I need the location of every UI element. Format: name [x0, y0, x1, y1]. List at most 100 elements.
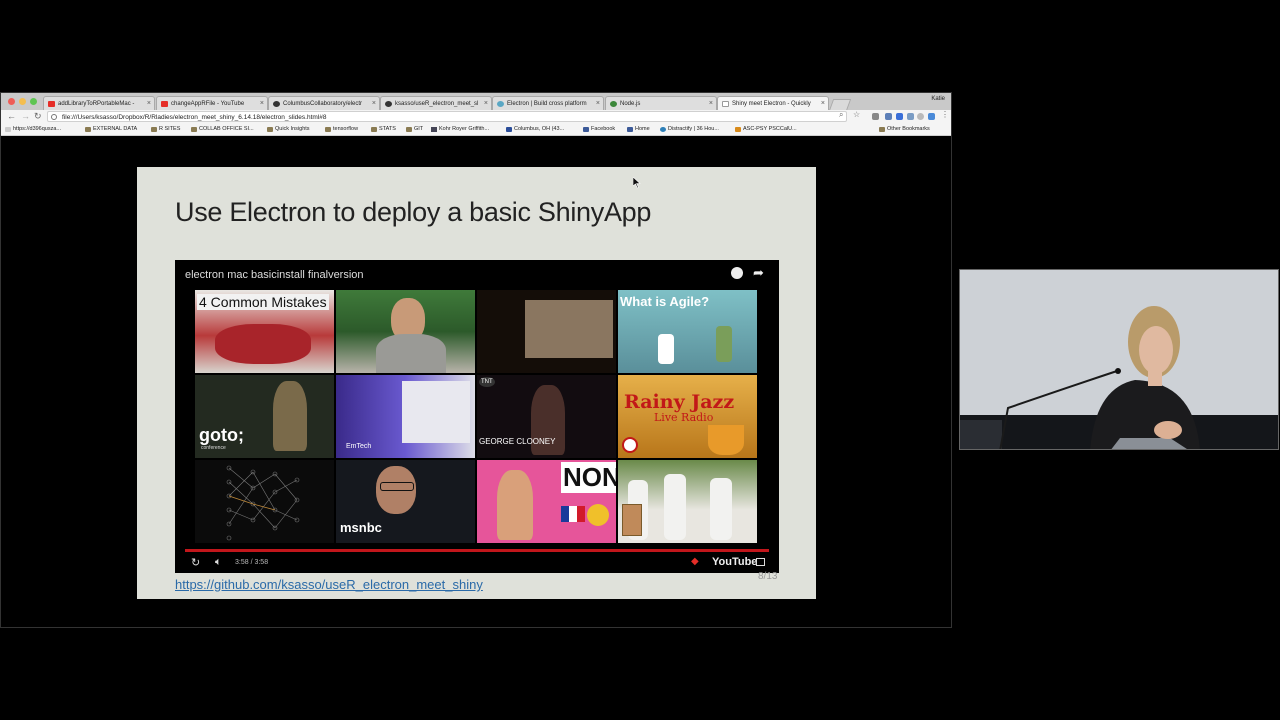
extension-icon[interactable] — [885, 113, 892, 120]
video-thumbnail[interactable]: 4 Common Mistakes — [195, 290, 334, 373]
close-tab-icon[interactable]: × — [709, 97, 713, 110]
bookmark-label: R SITES — [159, 126, 181, 132]
close-tab-icon[interactable]: × — [821, 97, 825, 110]
thumbnail-caption: EmTech — [346, 443, 372, 450]
tab-columbuscollaboratory[interactable]: ColumbusCollaboratory/electr × — [268, 96, 380, 110]
youtube-player[interactable]: electron mac basicinstall finalversion ➦… — [175, 260, 779, 573]
facebook-icon — [627, 127, 633, 132]
watch-later-icon[interactable] — [731, 267, 743, 279]
tab-electron[interactable]: Electron | Build cross platform × — [492, 96, 604, 110]
facebook-icon — [583, 127, 589, 132]
search-icon[interactable]: ⌕ — [839, 110, 843, 120]
close-tab-icon[interactable]: × — [596, 97, 600, 110]
folder-icon — [325, 127, 331, 132]
bookmark-label: Quick Insights — [275, 126, 310, 132]
video-thumbnail[interactable]: Rainy Jazz Live Radio — [618, 375, 757, 458]
bookmark-item[interactable]: Distractify | 36 Hou... — [660, 124, 719, 135]
youtube-logo[interactable]: YouTube — [712, 556, 757, 568]
page-info-icon[interactable] — [51, 114, 57, 120]
extension-icon[interactable] — [917, 113, 924, 120]
nodejs-icon — [610, 101, 617, 107]
tab-nodejs[interactable]: Node.js × — [605, 96, 717, 110]
thumbnail-caption: msnbc — [340, 520, 382, 535]
video-thumbnail[interactable] — [477, 290, 616, 373]
settings-icon[interactable]: ◆ — [691, 556, 699, 567]
close-tab-icon[interactable]: × — [484, 97, 488, 110]
extension-icon[interactable] — [872, 113, 879, 120]
close-tab-icon[interactable]: × — [260, 97, 264, 110]
flag-icon — [561, 506, 585, 522]
close-window-button[interactable] — [8, 98, 15, 105]
close-tab-icon[interactable]: × — [372, 97, 376, 110]
extension-icon[interactable] — [896, 113, 903, 120]
bookmark-item[interactable]: https://d396qusza... — [5, 124, 61, 135]
fullscreen-icon[interactable] — [756, 558, 765, 566]
bookmark-folder[interactable]: R SITES — [151, 124, 180, 135]
video-thumbnail[interactable] — [195, 460, 334, 543]
video-thumbnail[interactable] — [336, 290, 475, 373]
page-icon — [5, 127, 11, 132]
close-tab-icon[interactable]: × — [147, 97, 151, 110]
bookmark-item[interactable]: Columbus, OH (43... — [506, 124, 564, 135]
weather-icon — [506, 127, 512, 132]
volume-icon[interactable]: 🔈︎ — [215, 556, 222, 569]
speaker-image — [273, 381, 307, 451]
address-bar[interactable]: file:///Users/ksasso/Dropbox/R/Rladies/e… — [47, 111, 847, 122]
video-thumbnail[interactable]: TNT GEORGE CLOONEY — [477, 375, 616, 458]
replay-icon[interactable]: ↻ — [191, 556, 200, 569]
bookmark-item[interactable]: ASC-PSY PSCCalU... — [735, 124, 797, 135]
bookmark-folder[interactable]: tensorflow — [325, 124, 358, 135]
star-icon[interactable]: ☆ — [853, 110, 860, 119]
video-title[interactable]: electron mac basicinstall finalversion — [185, 269, 364, 281]
bookmark-folder[interactable]: Quick Insights — [267, 124, 310, 135]
tab-changeapprfile[interactable]: changeAppRFile - YouTube × — [156, 96, 268, 110]
bookmark-item[interactable]: Kohr Royer Griffith... — [431, 124, 489, 135]
video-thumbnail[interactable]: What is Agile? — [618, 290, 757, 373]
reload-icon[interactable]: ↻ — [34, 111, 42, 122]
video-thumbnail[interactable]: goto; conference — [195, 375, 334, 458]
profile-name[interactable]: Katie — [931, 96, 945, 102]
tab-shiny-meet-electron[interactable]: Shiny meet Electron - Quickly × — [717, 96, 829, 110]
tab-strip: addLibraryToRPortableMac - × changeAppRF… — [1, 93, 951, 111]
forward-icon[interactable]: → — [21, 111, 30, 121]
video-thumbnail[interactable]: NON. — [477, 460, 616, 543]
glasses-icon — [380, 482, 414, 491]
bookmark-folder[interactable]: GIT — [406, 124, 423, 135]
bookmark-item[interactable]: Facebook — [583, 124, 615, 135]
bookmarks-overflow[interactable]: Other Bookmarks — [879, 124, 930, 135]
bookmark-folder[interactable]: COLLAB OFFICE SI... — [191, 124, 254, 135]
menu-icon[interactable]: ⋮ — [941, 110, 949, 119]
extension-icon[interactable] — [907, 113, 914, 120]
bookmark-label: STATS — [379, 126, 396, 132]
folder-icon — [151, 127, 157, 132]
maximize-window-button[interactable] — [30, 98, 37, 105]
network-logo: TNT — [479, 377, 495, 387]
bookmark-item[interactable]: Home — [627, 124, 650, 135]
tab-user-electron[interactable]: ksasso/useR_electron_meet_sl × — [380, 96, 492, 110]
bookmark-label: EXTERNAL DATA — [93, 126, 138, 132]
back-icon[interactable]: ← — [7, 111, 16, 121]
progress-bar[interactable] — [185, 549, 769, 552]
bookmark-label: COLLAB OFFICE SI... — [199, 126, 254, 132]
github-link[interactable]: https://github.com/ksasso/useR_electron_… — [175, 577, 483, 592]
thumbnail-subcaption: conference — [201, 445, 226, 451]
speaker-image — [960, 270, 1278, 449]
video-thumbnail[interactable] — [618, 460, 757, 543]
emoji-icon — [587, 504, 609, 526]
bookmark-folder[interactable]: STATS — [371, 124, 396, 135]
page-icon — [722, 101, 729, 107]
bookmarks-bar: https://d396qusza... EXTERNAL DATA R SIT… — [1, 124, 951, 136]
github-icon — [385, 101, 392, 107]
video-time: 3:58 / 3:58 — [235, 559, 269, 566]
video-thumbnail[interactable]: EmTech — [336, 375, 475, 458]
video-thumbnail[interactable]: msnbc — [336, 460, 475, 543]
address-bar-url: file:///Users/ksasso/Dropbox/R/Rladies/e… — [62, 114, 327, 121]
bookmark-folder[interactable]: EXTERNAL DATA — [85, 124, 137, 135]
extension-icon[interactable] — [928, 113, 935, 120]
screen-image — [525, 300, 613, 358]
share-icon[interactable]: ➦ — [753, 265, 764, 281]
tab-addlibrary[interactable]: addLibraryToRPortableMac - × — [43, 96, 155, 110]
minimize-window-button[interactable] — [19, 98, 26, 105]
slide-title: Use Electron to deploy a basic ShinyApp — [175, 197, 652, 227]
thumbnail-caption: What is Agile? — [620, 294, 710, 309]
